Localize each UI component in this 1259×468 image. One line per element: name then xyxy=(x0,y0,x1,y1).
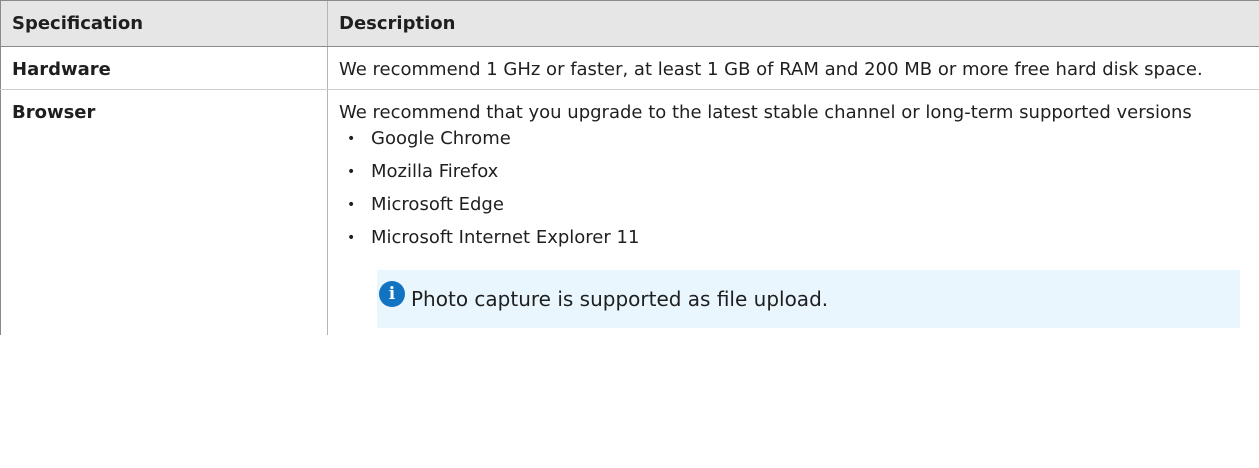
bullet-icon: • xyxy=(347,131,356,147)
list-item-label: Mozilla Firefox xyxy=(371,161,499,182)
list-item: • Google Chrome xyxy=(339,127,1249,151)
table-row-browser: Browser We recommend that you upgrade to… xyxy=(0,89,1259,335)
info-note-text: Photo capture is supported as file uploa… xyxy=(411,287,829,311)
spec-cell-browser: Browser xyxy=(0,89,328,335)
info-icon: i xyxy=(379,281,405,307)
bullet-icon: • xyxy=(347,197,356,213)
list-item-label: Google Chrome xyxy=(371,128,511,149)
column-header-specification: Specification xyxy=(0,0,328,47)
list-item-label: Microsoft Internet Explorer 11 xyxy=(371,227,640,248)
browser-intro-text: We recommend that you upgrade to the lat… xyxy=(339,102,1192,123)
info-note: i Photo capture is supported as file upl… xyxy=(377,270,1240,328)
bullet-icon: • xyxy=(347,164,356,180)
description-cell-hardware: We recommend 1 GHz or faster, at least 1… xyxy=(327,46,1259,90)
column-header-description: Description xyxy=(327,0,1259,47)
specifications-table: Specification Description Hardware We re… xyxy=(0,0,1259,335)
list-item: • Mozilla Firefox xyxy=(339,160,1249,184)
list-item-label: Microsoft Edge xyxy=(371,194,504,215)
table-row-hardware: Hardware We recommend 1 GHz or faster, a… xyxy=(0,46,1259,90)
description-cell-browser: We recommend that you upgrade to the lat… xyxy=(327,89,1259,335)
table-header-row: Specification Description xyxy=(0,0,1259,47)
list-item: • Microsoft Internet Explorer 11 xyxy=(339,226,1249,250)
browser-list: • Google Chrome • Mozilla Firefox • Microso… xyxy=(339,127,1249,250)
spec-cell-hardware: Hardware xyxy=(0,46,328,90)
bullet-icon: • xyxy=(347,230,356,246)
list-item: • Microsoft Edge xyxy=(339,193,1249,217)
